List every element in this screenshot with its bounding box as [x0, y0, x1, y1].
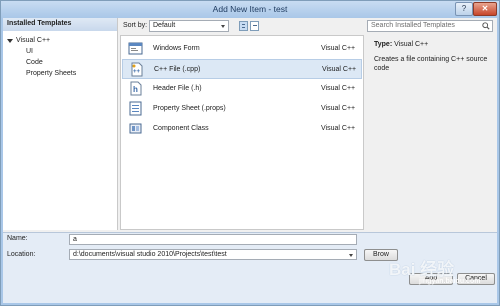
- template-row-property-sheet[interactable]: Property Sheet (.props) Visual C++: [122, 99, 362, 119]
- template-name: Windows Form: [153, 45, 200, 52]
- template-type: Visual C++: [321, 125, 356, 132]
- cpp-file-icon: ++: [131, 62, 143, 77]
- svg-text:h: h: [133, 85, 138, 94]
- name-value: a: [73, 236, 77, 243]
- tree-item-ui[interactable]: UI: [26, 48, 33, 55]
- search-icon[interactable]: [482, 22, 490, 30]
- template-type-info: Type: Visual C++: [374, 41, 428, 48]
- template-row-cpp-file[interactable]: ++ C++ File (.cpp) Visual C++: [122, 59, 362, 79]
- expand-triangle-icon[interactable]: [7, 38, 13, 43]
- location-value: d:\documents\visual studio 2010\Projects…: [73, 251, 227, 258]
- list-line-icon: [253, 25, 257, 26]
- add-new-item-dialog: Add New Item - test ? ✕ Installed Templa…: [0, 0, 500, 306]
- template-name: Component Class: [153, 125, 209, 132]
- template-type: Visual C++: [321, 105, 356, 112]
- template-row-header-file[interactable]: h Header File (.h) Visual C++: [122, 79, 362, 99]
- search-installed-templates-input[interactable]: Search Installed Templates: [367, 20, 493, 32]
- template-row-windows-form[interactable]: Windows Form Visual C++: [122, 39, 362, 59]
- list-line-icon: [242, 24, 245, 25]
- name-label: Name:: [7, 235, 28, 242]
- search-placeholder: Search Installed Templates: [371, 22, 455, 29]
- template-type: Visual C++: [321, 45, 356, 52]
- watermark-logo: Bai 经验: [389, 260, 455, 279]
- template-name: C++ File (.cpp): [154, 66, 201, 73]
- component-class-icon: [129, 123, 142, 134]
- template-list: Windows Form Visual C++ ++ C++ File (.cp…: [120, 35, 364, 230]
- sort-by-value: Default: [153, 22, 176, 29]
- list-line-icon: [242, 27, 245, 28]
- sort-by-label: Sort by:: [123, 22, 148, 29]
- installed-templates-header: Installed Templates: [3, 18, 117, 31]
- tree-item-label: Visual C++: [16, 37, 51, 44]
- baidu-watermark: Bai 经验 jingyan.baidu.com: [389, 255, 497, 303]
- template-info-panel: Type: Visual C++ Creates a file containi…: [365, 35, 497, 230]
- template-type: Visual C++: [321, 85, 356, 92]
- template-description: Creates a file containing C++ source cod…: [374, 56, 488, 72]
- windows-form-icon: [128, 42, 143, 55]
- dialog-title: Add New Item - test: [212, 4, 288, 14]
- watermark-url: jingyan.baidu.com: [419, 278, 481, 285]
- location-input[interactable]: d:\documents\visual studio 2010\Projects…: [69, 249, 357, 260]
- template-name: Property Sheet (.props): [153, 105, 226, 112]
- small-icons-view-button[interactable]: [239, 21, 248, 31]
- tree-item-property-sheets[interactable]: Property Sheets: [26, 70, 76, 77]
- svg-text:++: ++: [133, 69, 141, 75]
- type-value: Visual C++: [394, 41, 429, 48]
- template-row-component-class[interactable]: Component Class Visual C++: [122, 119, 362, 139]
- installed-templates-panel: Installed Templates Visual C++ UI Code P…: [3, 18, 118, 230]
- property-sheet-icon: [129, 101, 142, 116]
- location-label: Location:: [7, 251, 36, 258]
- name-input[interactable]: a: [69, 234, 357, 245]
- header-file-icon: h: [130, 81, 142, 96]
- tree-item-code[interactable]: Code: [26, 59, 43, 66]
- close-button[interactable]: ✕: [473, 2, 497, 16]
- medium-icons-view-button[interactable]: [250, 21, 259, 31]
- title-bar: Add New Item - test ? ✕: [1, 1, 499, 18]
- template-name: Header File (.h): [153, 85, 202, 92]
- template-type: Visual C++: [322, 66, 357, 73]
- sort-by-dropdown[interactable]: Default: [149, 20, 229, 32]
- tree-item-visual-cpp[interactable]: Visual C++: [7, 37, 50, 44]
- chevron-down-icon[interactable]: [349, 254, 353, 257]
- template-toolbar: Sort by: Default Search Installed Templa…: [119, 18, 497, 35]
- chevron-down-icon: [221, 25, 225, 28]
- type-label: Type:: [374, 41, 393, 48]
- help-button[interactable]: ?: [455, 2, 473, 16]
